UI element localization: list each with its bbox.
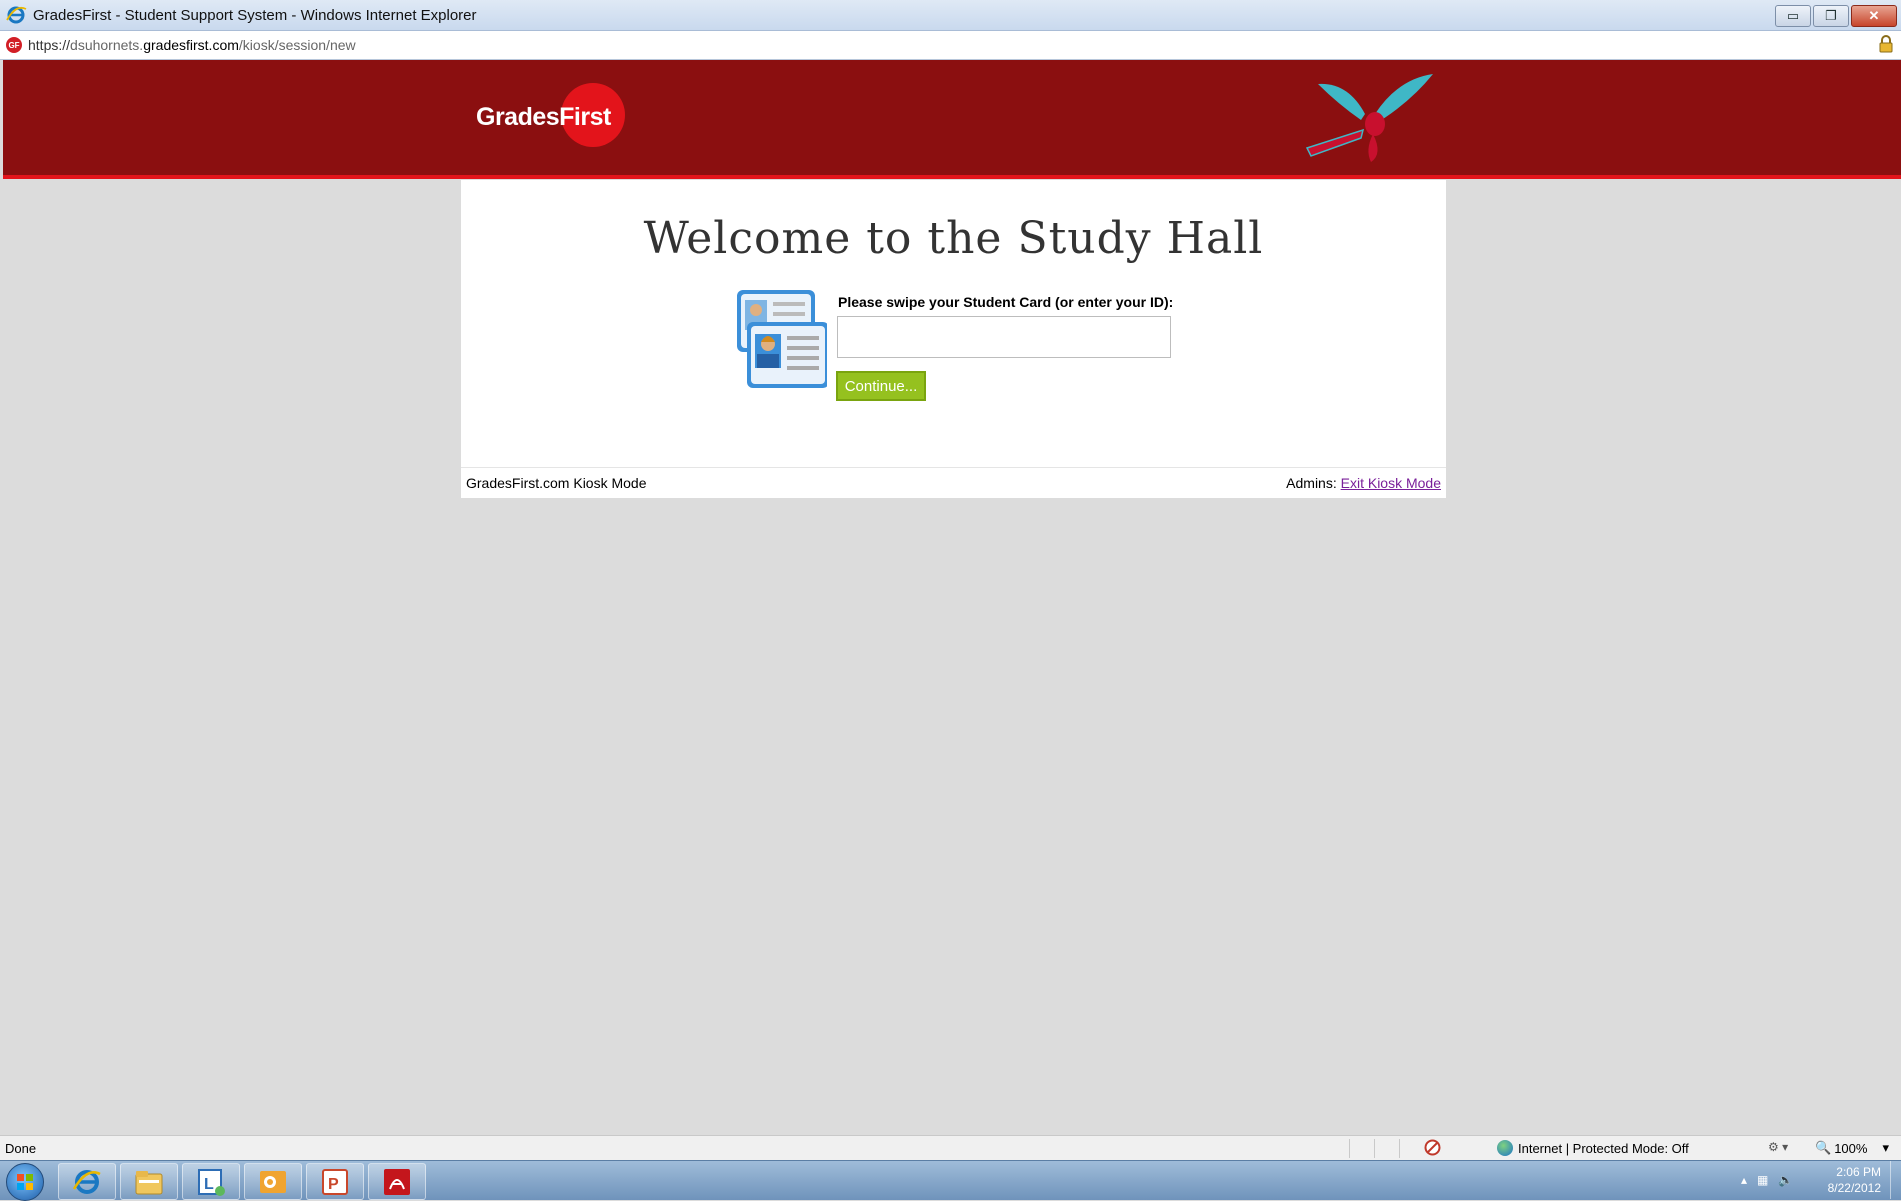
window-title: GradesFirst - Student Support System - W… <box>33 6 477 24</box>
show-desktop-button[interactable] <box>1890 1161 1901 1199</box>
tray-icons: ▴ ▦ 🔈 <box>1741 1173 1793 1187</box>
status-divider <box>1349 1139 1350 1158</box>
student-id-prompt: Please swipe your Student Card (or enter… <box>838 294 1174 310</box>
kiosk-panel: Welcome to the Study Hall Please swipe y… <box>461 180 1446 498</box>
site-favicon-icon: GF <box>6 37 22 53</box>
taskbar-file-explorer[interactable] <box>120 1163 178 1200</box>
url-path: /kiosk/session/new <box>238 37 356 53</box>
clock-date[interactable]: 8/22/2012 <box>1828 1181 1881 1195</box>
close-button[interactable]: ✕ <box>1851 5 1897 27</box>
globe-icon <box>1497 1140 1513 1156</box>
lock-icon[interactable] <box>1879 35 1893 53</box>
admins-label: Admins: <box>1286 475 1337 491</box>
minimize-button[interactable]: ▭ <box>1775 5 1811 27</box>
internet-explorer-icon <box>6 6 27 24</box>
kiosk-mode-label: GradesFirst.com Kiosk Mode <box>466 475 647 491</box>
kiosk-footer: GradesFirst.com Kiosk Mode Admins: Exit … <box>461 467 1446 499</box>
status-text: Done <box>5 1141 37 1156</box>
exit-kiosk-mode-link[interactable]: Exit Kiosk Mode <box>1341 475 1441 491</box>
svg-text:L: L <box>204 1176 214 1193</box>
url-subdomain: dsuhornets. <box>70 37 144 53</box>
popup-blocker-icon[interactable] <box>1424 1139 1441 1156</box>
status-divider <box>1374 1139 1375 1158</box>
address-bar[interactable]: GF https://dsuhornets. gradesfirst.com/ki… <box>0 31 1901 60</box>
security-zone-text: Internet | Protected Mode: Off <box>1518 1140 1689 1156</box>
taskbar-outlook[interactable] <box>244 1163 302 1200</box>
windows-logo-icon <box>17 1174 33 1190</box>
student-id-input[interactable] <box>837 316 1171 358</box>
adobe-reader-icon <box>384 1168 410 1195</box>
logo-text: GradesFirst <box>476 103 611 131</box>
page-title: Welcome to the Study Hall <box>643 213 1264 264</box>
powerpoint-icon: P <box>322 1168 348 1195</box>
zoom-level: 100% <box>1834 1140 1868 1156</box>
magnifier-icon: 🔍 <box>1815 1140 1832 1155</box>
continue-button[interactable]: Continue... <box>836 371 926 401</box>
windows-taskbar: L P ▴ ▦ 🔈 2:06 PM 8/22/2012 <box>0 1160 1901 1201</box>
file-explorer-icon <box>135 1170 163 1194</box>
lync-icon: L <box>198 1168 225 1196</box>
security-zone[interactable]: Internet | Protected Mode: Off <box>1497 1140 1689 1156</box>
taskbar-adobe-reader[interactable] <box>368 1163 426 1200</box>
taskbar-powerpoint[interactable]: P <box>306 1163 364 1200</box>
browser-status-bar: Done Internet | Protected Mode: Off ⚙ ▾ … <box>0 1135 1901 1161</box>
internet-explorer-icon <box>72 1169 101 1194</box>
admin-links: Admins: Exit Kiosk Mode <box>1286 475 1441 491</box>
show-hidden-icons-icon[interactable]: ▴ <box>1741 1173 1747 1187</box>
taskbar-lync[interactable]: L <box>182 1163 240 1200</box>
window-title-bar: GradesFirst - Student Support System - W… <box>0 0 1901 31</box>
student-id-card-icon <box>737 290 827 388</box>
window-controls: ▭ ❐ ✕ <box>1775 5 1897 27</box>
settings-dropdown-icon[interactable]: ⚙ ▾ <box>1768 1140 1788 1154</box>
clock-time[interactable]: 2:06 PM <box>1836 1165 1881 1179</box>
status-divider <box>1399 1139 1400 1158</box>
start-button[interactable] <box>6 1163 44 1201</box>
volume-icon[interactable]: 🔈 <box>1778 1173 1793 1187</box>
gradesfirst-logo[interactable]: GradesFirst <box>473 83 633 149</box>
outlook-icon <box>260 1170 286 1193</box>
url-protocol: https:// <box>28 37 71 53</box>
svg-text:P: P <box>328 1176 339 1193</box>
url-domain: gradesfirst.com <box>143 37 239 53</box>
restore-button[interactable]: ❐ <box>1813 5 1849 27</box>
system-tray: ▴ ▦ 🔈 2:06 PM 8/22/2012 <box>1733 1161 1893 1199</box>
chevron-down-icon: ▾ <box>1882 1140 1889 1155</box>
page-header: GradesFirst <box>3 60 1901 179</box>
network-icon[interactable]: ▦ <box>1757 1173 1768 1187</box>
hornets-mascot-logo <box>1305 74 1433 162</box>
zoom-control[interactable]: 🔍 100% ▾ <box>1815 1140 1889 1156</box>
taskbar-internet-explorer[interactable] <box>58 1163 116 1200</box>
